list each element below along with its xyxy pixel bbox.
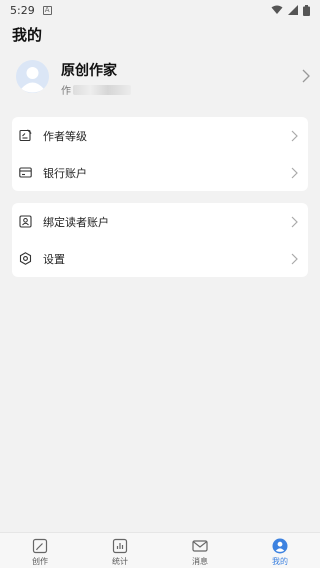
- tab-label: 创作: [32, 557, 48, 566]
- battery-icon: [303, 4, 310, 16]
- settings-gear-icon: [19, 252, 32, 265]
- signal-icon: [288, 5, 298, 15]
- tab-create[interactable]: 创作: [0, 533, 80, 568]
- tab-label: 统计: [112, 557, 128, 566]
- menu-item-settings[interactable]: 设置: [12, 240, 308, 277]
- tab-messages[interactable]: 消息: [160, 533, 240, 568]
- chevron-right-icon: [302, 69, 310, 83]
- menu-item-label: 设置: [43, 252, 65, 266]
- message-icon: [192, 540, 208, 552]
- page-title: 我的: [12, 26, 43, 44]
- bind-reader-icon: [19, 215, 32, 228]
- stats-icon: [112, 538, 128, 554]
- tab-label: 消息: [192, 557, 208, 566]
- redacted-block: [73, 84, 131, 95]
- menu-card-settings: 绑定读者账户 设置: [12, 203, 308, 277]
- create-icon: [32, 538, 48, 554]
- status-app-badge: A: [42, 5, 52, 15]
- profile-subtitle-text: 作: [61, 86, 71, 97]
- menu-item-label: 绑定读者账户: [43, 215, 109, 229]
- profile-header[interactable]: 原创作家 作: [0, 52, 320, 102]
- chevron-right-icon: [291, 216, 298, 228]
- chevron-right-icon: [291, 167, 298, 179]
- menu-item-label: 银行账户: [43, 166, 87, 180]
- menu-card-author: 作者等级 银行账户: [12, 117, 308, 191]
- avatar[interactable]: [16, 60, 49, 93]
- profile-name: 原创作家: [61, 63, 117, 79]
- menu-item-bank-account[interactable]: 银行账户: [12, 154, 308, 191]
- status-time: 5:29: [10, 3, 35, 17]
- chevron-right-icon: [291, 130, 298, 142]
- status-bar: 5:29 A: [0, 0, 320, 20]
- level-edit-icon: [19, 129, 32, 142]
- menu-item-bind-reader[interactable]: 绑定读者账户: [12, 203, 308, 240]
- chevron-right-icon: [291, 253, 298, 265]
- menu-item-label: 作者等级: [43, 129, 87, 143]
- bank-card-icon: [19, 167, 32, 178]
- profile-icon: [272, 538, 288, 554]
- tab-profile[interactable]: 我的: [240, 533, 320, 568]
- default-avatar-icon: [16, 60, 49, 93]
- tab-stats[interactable]: 统计: [80, 533, 160, 568]
- status-indicators: [271, 4, 310, 16]
- profile-subtitle: 作: [61, 82, 131, 97]
- wifi-icon: [271, 5, 283, 14]
- bottom-tab-bar: 创作 统计 消息 我的: [0, 532, 320, 568]
- menu-item-author-level[interactable]: 作者等级: [12, 117, 308, 154]
- tab-label: 我的: [272, 557, 288, 566]
